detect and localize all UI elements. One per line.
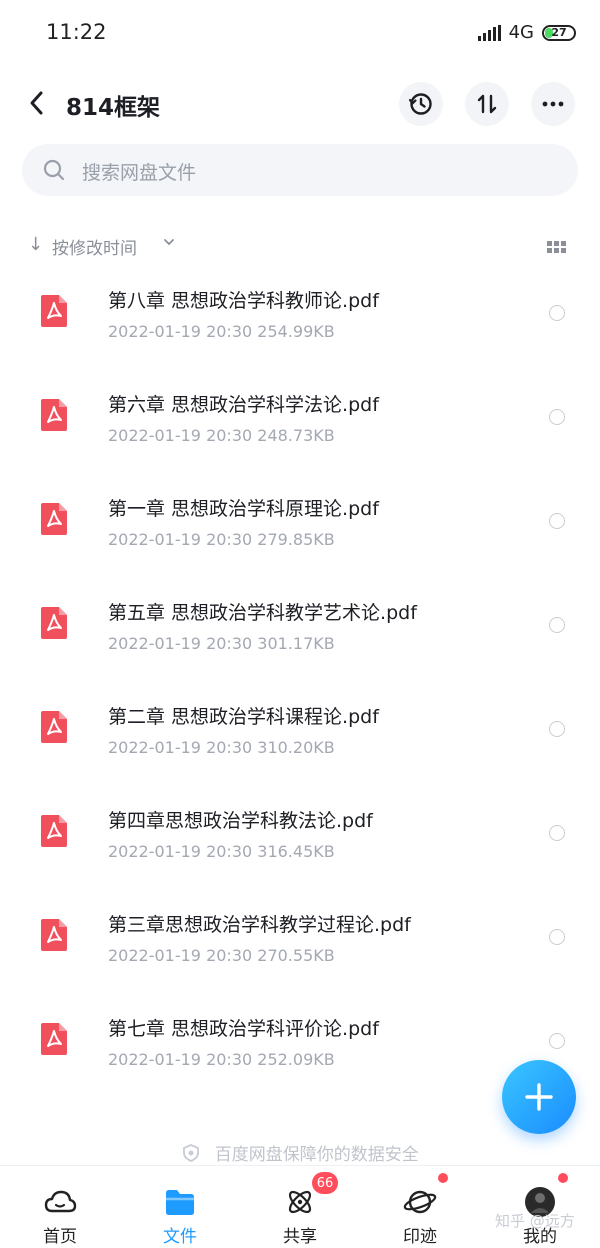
- more-icon: [542, 101, 564, 107]
- file-meta: 2022-01-19 20:30 316.45KB: [108, 842, 335, 861]
- notification-dot: [558, 1173, 568, 1183]
- file-name: 第四章思想政治学科教法论.pdf: [108, 810, 373, 832]
- sort-bar: ↓ 按修改时间: [0, 226, 600, 266]
- cloud-icon: [44, 1190, 77, 1213]
- file-meta: 2022-01-19 20:30 279.85KB: [108, 530, 335, 549]
- security-note: 百度网盘保障你的数据安全: [0, 1140, 600, 1165]
- file-name: 第七章 思想政治学科评价论.pdf: [108, 1018, 379, 1040]
- add-button[interactable]: [502, 1060, 576, 1134]
- file-meta: 2022-01-19 20:30 310.20KB: [108, 738, 335, 757]
- shield-icon: [183, 1143, 200, 1162]
- status-time: 11:22: [46, 20, 107, 44]
- tab-share[interactable]: 共享: [240, 1166, 360, 1248]
- security-text: 百度网盘保障你的数据安全: [214, 1145, 419, 1165]
- pdf-file-icon: [41, 1023, 67, 1055]
- tab-home[interactable]: 首页: [0, 1166, 120, 1248]
- history-button[interactable]: [399, 82, 443, 126]
- battery-icon: 27: [542, 24, 576, 41]
- file-meta: 2022-01-19 20:30 248.73KB: [108, 426, 335, 445]
- search-input[interactable]: 搜索网盘文件: [22, 144, 578, 196]
- select-checkbox[interactable]: [549, 721, 565, 737]
- pdf-file-icon: [41, 503, 67, 535]
- chevron-left-icon: [30, 91, 43, 115]
- atom-icon: [288, 1190, 312, 1214]
- pdf-file-icon: [41, 919, 67, 951]
- search-icon: [43, 159, 65, 181]
- tab-label: 共享: [283, 1227, 317, 1247]
- plus-icon: [525, 1083, 553, 1111]
- select-checkbox[interactable]: [549, 929, 565, 945]
- pdf-file-icon: [41, 711, 67, 743]
- planet-icon: [403, 1190, 437, 1214]
- back-button[interactable]: [24, 88, 50, 118]
- grid-view-icon[interactable]: [547, 240, 567, 254]
- pdf-file-icon: [41, 607, 67, 639]
- pdf-file-icon: [41, 815, 67, 847]
- sort-arrows-icon: [477, 94, 497, 114]
- file-meta: 2022-01-19 20:30 252.09KB: [108, 1050, 335, 1069]
- file-meta: 2022-01-19 20:30 254.99KB: [108, 322, 335, 341]
- sort-dropdown[interactable]: 按修改时间: [52, 234, 137, 259]
- header: 814框架: [0, 74, 600, 134]
- history-icon: [408, 93, 432, 115]
- share-badge: 66: [312, 1172, 338, 1194]
- more-button[interactable]: [531, 82, 575, 126]
- tab-me[interactable]: 我的: [480, 1166, 600, 1248]
- select-checkbox[interactable]: [549, 825, 565, 841]
- chevron-down-icon[interactable]: [162, 235, 176, 249]
- folder-icon: [166, 1190, 194, 1215]
- tab-label: 文件: [163, 1227, 197, 1247]
- tab-label: 首页: [43, 1227, 77, 1247]
- file-row[interactable]: 第一章 思想政治学科原理论.pdf 2022-01-19 20:30 279.8…: [0, 472, 600, 576]
- network-label: 4G: [508, 22, 534, 43]
- tab-files[interactable]: 文件: [120, 1166, 240, 1248]
- file-meta: 2022-01-19 20:30 301.17KB: [108, 634, 335, 653]
- search-placeholder: 搜索网盘文件: [82, 162, 197, 184]
- signal-icon: [477, 24, 501, 41]
- file-row[interactable]: 第三章思想政治学科教学过程论.pdf 2022-01-19 20:30 270.…: [0, 888, 600, 992]
- file-name: 第八章 思想政治学科教师论.pdf: [108, 290, 379, 312]
- select-checkbox[interactable]: [549, 1033, 565, 1049]
- pdf-file-icon: [41, 399, 67, 431]
- file-row[interactable]: 第二章 思想政治学科课程论.pdf 2022-01-19 20:30 310.2…: [0, 680, 600, 784]
- battery-level: 27: [551, 26, 567, 39]
- file-list: 第八章 思想政治学科教师论.pdf 2022-01-19 20:30 254.9…: [0, 264, 600, 1096]
- select-checkbox[interactable]: [549, 305, 565, 321]
- tab-label: 印迹: [403, 1227, 437, 1247]
- select-checkbox[interactable]: [549, 513, 565, 529]
- arrow-down-icon: ↓: [28, 234, 44, 255]
- file-row[interactable]: 第六章 思想政治学科学法论.pdf 2022-01-19 20:30 248.7…: [0, 368, 600, 472]
- page-title: 814框架: [66, 95, 161, 121]
- watermark-text: 知乎 @远方: [495, 1212, 575, 1230]
- file-name: 第六章 思想政治学科学法论.pdf: [108, 394, 379, 416]
- bottom-tab-bar: 首页 文件 共享 印迹 我的: [0, 1165, 600, 1248]
- file-row[interactable]: 第四章思想政治学科教法论.pdf 2022-01-19 20:30 316.45…: [0, 784, 600, 888]
- file-name: 第五章 思想政治学科教学艺术论.pdf: [108, 602, 417, 624]
- select-checkbox[interactable]: [549, 617, 565, 633]
- notification-dot: [438, 1173, 448, 1183]
- pdf-file-icon: [41, 295, 67, 327]
- status-bar: 11:22 4G 27: [0, 0, 600, 70]
- file-row[interactable]: 第五章 思想政治学科教学艺术论.pdf 2022-01-19 20:30 301…: [0, 576, 600, 680]
- file-row[interactable]: 第八章 思想政治学科教师论.pdf 2022-01-19 20:30 254.9…: [0, 264, 600, 368]
- select-checkbox[interactable]: [549, 409, 565, 425]
- sort-toggle-button[interactable]: [465, 82, 509, 126]
- file-name: 第二章 思想政治学科课程论.pdf: [108, 706, 379, 728]
- status-indicators: 4G 27: [477, 22, 576, 43]
- file-name: 第三章思想政治学科教学过程论.pdf: [108, 914, 411, 936]
- file-meta: 2022-01-19 20:30 270.55KB: [108, 946, 335, 965]
- tab-traces[interactable]: 印迹: [360, 1166, 480, 1248]
- file-name: 第一章 思想政治学科原理论.pdf: [108, 498, 379, 520]
